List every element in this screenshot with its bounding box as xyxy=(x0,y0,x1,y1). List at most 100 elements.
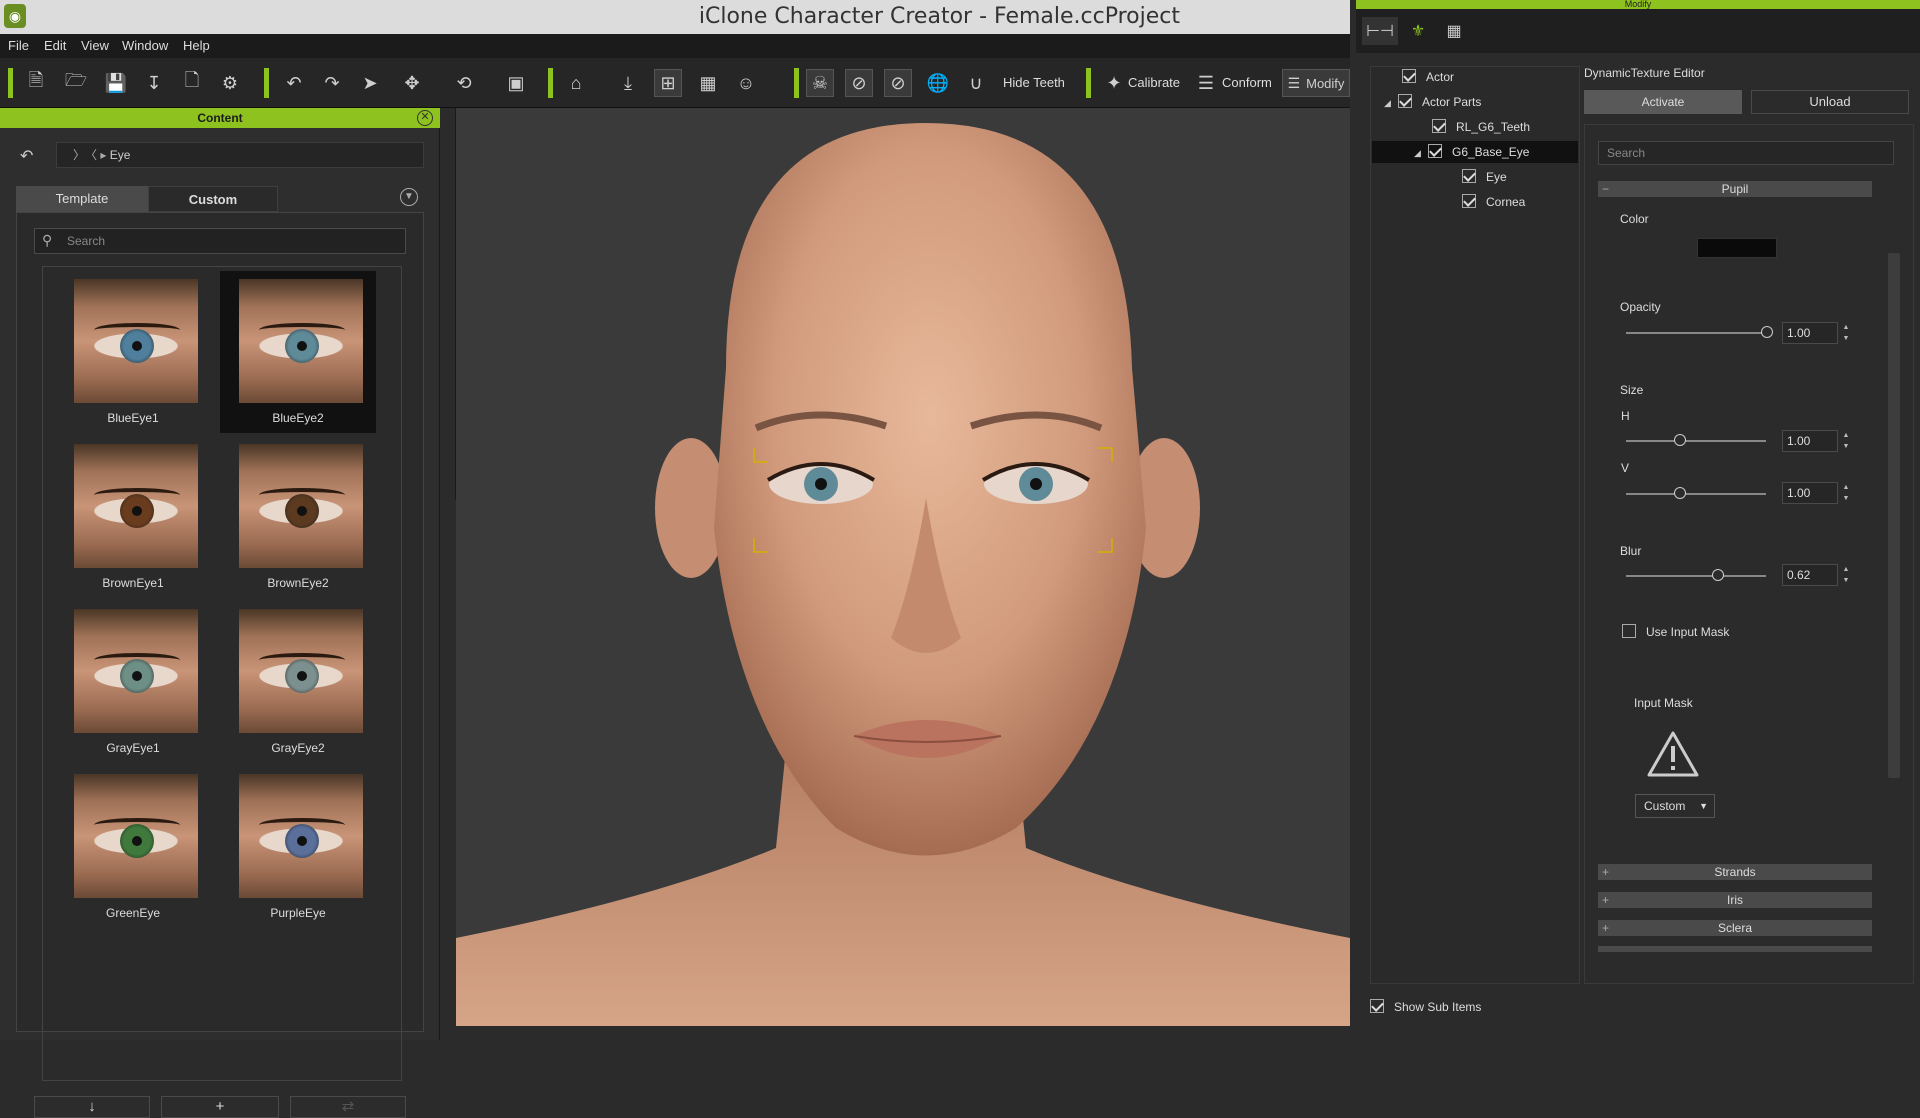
eye-template-item[interactable]: GreenEye xyxy=(55,766,211,928)
section-iris[interactable]: + Iris xyxy=(1598,892,1872,908)
menu-view[interactable]: View xyxy=(81,34,109,58)
size-v-slider-track[interactable] xyxy=(1626,493,1766,495)
expand-icon[interactable]: + xyxy=(1602,864,1609,880)
save-icon[interactable]: 💾 xyxy=(102,69,130,97)
blur-spinner-icon[interactable]: ▲ ▼ xyxy=(1840,564,1852,586)
tree-node-teeth[interactable]: RL_G6_Teeth xyxy=(1432,116,1530,138)
replace-button[interactable]: ⇄ xyxy=(290,1096,406,1118)
use-input-mask-checkbox[interactable] xyxy=(1622,623,1636,638)
hide-body-icon[interactable]: ⊘ xyxy=(845,69,873,97)
new-file-icon[interactable]: 🗎 xyxy=(22,69,50,97)
undo-icon[interactable]: ↶ xyxy=(280,69,308,97)
blur-field[interactable]: 0.62 xyxy=(1782,564,1838,586)
texture-search-input[interactable]: Search xyxy=(1598,141,1894,165)
rotate-icon[interactable]: ⟲ xyxy=(450,69,478,97)
download-button[interactable]: ↓ xyxy=(34,1096,150,1118)
collapse-triangle-icon[interactable]: ◢ xyxy=(1384,92,1398,114)
scale-icon[interactable]: ▣ xyxy=(502,69,530,97)
pupil-color-swatch[interactable] xyxy=(1697,238,1777,258)
hide-morph-icon[interactable]: ⊘ xyxy=(884,69,912,97)
expand-icon[interactable]: + xyxy=(1602,920,1609,936)
eye-template-item[interactable]: GrayEye2 xyxy=(220,601,376,763)
unload-button[interactable]: Unload xyxy=(1751,90,1909,114)
collapse-triangle-icon[interactable]: ◢ xyxy=(1414,142,1428,164)
size-v-spinner-icon[interactable]: ▲ ▼ xyxy=(1840,482,1852,504)
collapse-icon[interactable]: − xyxy=(1602,181,1609,197)
base-eye-checkbox[interactable] xyxy=(1428,143,1442,158)
blur-slider-track[interactable] xyxy=(1626,575,1766,577)
tree-node-eye[interactable]: Eye xyxy=(1462,166,1507,188)
actor-parts-checkbox[interactable] xyxy=(1398,93,1412,108)
menu-edit[interactable]: Edit xyxy=(44,34,66,58)
breadcrumb-current[interactable]: Eye xyxy=(110,148,131,162)
eye-checkbox[interactable] xyxy=(1462,168,1476,183)
eye-template-item[interactable]: BlueEye1 xyxy=(55,271,211,433)
blur-slider-handle[interactable] xyxy=(1712,569,1724,581)
add-button[interactable]: + xyxy=(161,1096,279,1118)
menu-help[interactable]: Help xyxy=(183,34,210,58)
tree-node-actor[interactable]: Actor xyxy=(1402,66,1454,88)
tree-node-base-eye[interactable]: ◢ G6_Base_Eye xyxy=(1372,141,1578,163)
texture-checker-icon[interactable]: ▦ xyxy=(1436,17,1472,45)
menu-window[interactable]: Window xyxy=(122,34,168,58)
section-strands[interactable]: + Strands xyxy=(1598,864,1872,880)
cornea-checkbox[interactable] xyxy=(1462,193,1476,208)
opacity-spinner-icon[interactable]: ▲ ▼ xyxy=(1840,322,1852,344)
export-icon[interactable]: ↧ xyxy=(140,69,168,97)
size-v-field[interactable]: 1.00 xyxy=(1782,482,1838,504)
size-h-field[interactable]: 1.00 xyxy=(1782,430,1838,452)
input-mask-dropdown[interactable]: Custom ▼ xyxy=(1635,794,1715,818)
body-mode-icon[interactable]: ☠ xyxy=(806,69,834,97)
use-input-mask-option[interactable]: Use Input Mask xyxy=(1622,623,1729,640)
opacity-field[interactable]: 1.00 xyxy=(1782,322,1838,344)
tree-node-cornea[interactable]: Cornea xyxy=(1462,191,1525,213)
opacity-slider-track[interactable] xyxy=(1626,332,1766,334)
export-document-icon[interactable]: 🗋 xyxy=(178,69,206,97)
align-ground-icon[interactable]: ⤓ xyxy=(614,69,642,97)
render-settings-icon[interactable]: ⚙ xyxy=(216,69,244,97)
select-arrow-icon[interactable]: ➤ xyxy=(356,69,384,97)
camera-focus-icon[interactable]: ▦ xyxy=(694,69,722,97)
conform-button[interactable]: Conform xyxy=(1222,69,1272,97)
wireframe-globe-icon[interactable]: 🌐 xyxy=(924,69,952,97)
eye-template-item[interactable]: BrownEye2 xyxy=(220,436,376,598)
hide-teeth-button[interactable]: Hide Teeth xyxy=(1003,69,1065,97)
face-icon[interactable]: ☺ xyxy=(732,69,760,97)
eye-template-item[interactable]: BlueEye2 xyxy=(220,271,376,433)
teeth-icon[interactable]: ∪ xyxy=(962,69,990,97)
show-sub-items-checkbox[interactable] xyxy=(1370,998,1384,1013)
size-v-slider-handle[interactable] xyxy=(1674,487,1686,499)
size-h-spinner-icon[interactable]: ▲ ▼ xyxy=(1840,430,1852,452)
redo-icon[interactable]: ↷ xyxy=(318,69,346,97)
search-input[interactable]: Search xyxy=(34,228,406,254)
morph-tab-icon[interactable]: ⊢⊣ xyxy=(1362,17,1398,45)
expand-icon[interactable]: + xyxy=(1602,892,1609,908)
opacity-slider-handle[interactable] xyxy=(1761,326,1773,338)
actor-checkbox[interactable] xyxy=(1402,68,1416,83)
size-h-slider-track[interactable] xyxy=(1626,440,1766,442)
tab-custom[interactable]: Custom xyxy=(148,186,278,212)
modify-button[interactable]: ☰ Modify xyxy=(1282,69,1350,97)
eye-template-item[interactable]: BrownEye1 xyxy=(55,436,211,598)
frame-selected-icon[interactable]: ⊞ xyxy=(654,69,682,97)
material-tab-icon[interactable]: ⚜ xyxy=(1400,17,1436,45)
tree-node-actor-parts[interactable]: ◢ Actor Parts xyxy=(1384,91,1481,113)
3d-viewport[interactable] xyxy=(456,108,1350,1026)
scrollbar[interactable] xyxy=(1888,253,1900,778)
menu-file[interactable]: File xyxy=(8,34,29,58)
back-icon[interactable]: ↶ xyxy=(20,146,33,166)
open-folder-icon[interactable]: 🗁 xyxy=(62,69,90,97)
tab-template[interactable]: Template xyxy=(16,186,148,212)
calibrate-button[interactable]: Calibrate xyxy=(1128,69,1180,97)
section-sclera[interactable]: + Sclera xyxy=(1598,920,1872,936)
eye-template-item[interactable]: GrayEye1 xyxy=(55,601,211,763)
eye-template-item[interactable]: PurpleEye xyxy=(220,766,376,928)
chevron-down-icon[interactable]: ▼ xyxy=(400,188,418,206)
move-icon[interactable]: ✥ xyxy=(398,69,426,97)
teeth-checkbox[interactable] xyxy=(1432,118,1446,133)
show-sub-items-option[interactable]: Show Sub Items xyxy=(1370,998,1481,1015)
activate-button[interactable]: Activate xyxy=(1584,90,1742,114)
size-h-slider-handle[interactable] xyxy=(1674,434,1686,446)
section-pupil[interactable]: − Pupil xyxy=(1598,181,1872,197)
home-view-icon[interactable]: ⌂ xyxy=(562,69,590,97)
